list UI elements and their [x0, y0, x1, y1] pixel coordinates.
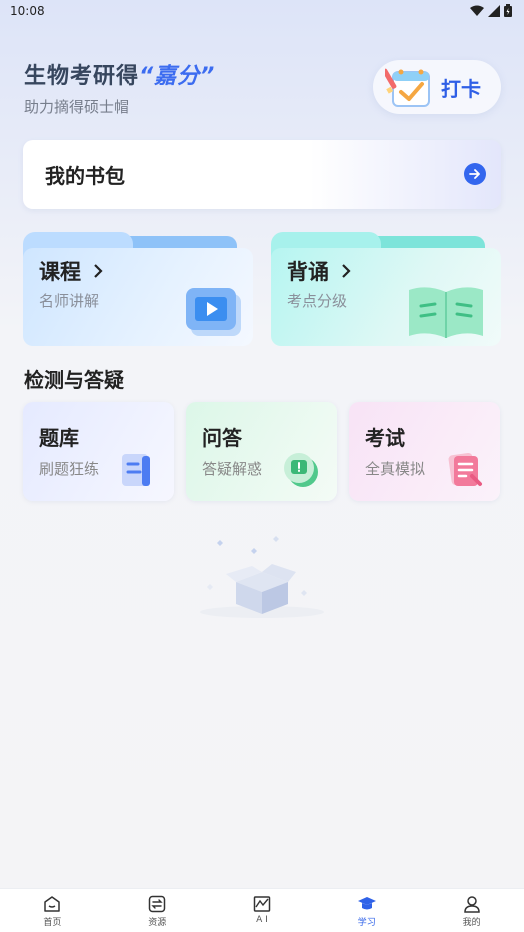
- course-card[interactable]: 课程 名师讲解: [23, 232, 253, 346]
- exam-card[interactable]: 考试 全真模拟: [349, 402, 500, 501]
- tab-mine[interactable]: 我的: [419, 889, 524, 932]
- checkin-button[interactable]: 打卡: [373, 60, 501, 114]
- bookbag-label: 我的书包: [45, 164, 125, 188]
- bookbag-card[interactable]: 我的书包: [23, 140, 501, 209]
- chevron-right-icon: [342, 264, 351, 278]
- tab-resources[interactable]: 资源: [105, 889, 210, 932]
- tab-label: A I: [256, 915, 268, 925]
- course-title: 课程: [39, 256, 104, 286]
- tab-label: 我的: [462, 918, 481, 928]
- page-title: 生物考研得“嘉分”: [24, 58, 215, 90]
- empty-box-illustration: [200, 536, 324, 618]
- page-subtitle: 助力摘得硕士帽: [24, 98, 130, 116]
- question-bank-icon: [122, 454, 150, 486]
- open-book-icon: [409, 287, 483, 338]
- video-play-icon: [186, 288, 241, 336]
- tool-subtitle: 刷题狂练: [39, 460, 100, 478]
- recite-title: 背诵: [287, 256, 352, 286]
- exchange-icon: [148, 895, 166, 913]
- tab-home[interactable]: 首页: [0, 889, 105, 932]
- recite-card[interactable]: 背诵 考点分级: [271, 232, 501, 346]
- course-subtitle: 名师讲解: [39, 292, 100, 310]
- tool-title: 题库: [39, 426, 79, 450]
- tab-label: 首页: [43, 918, 62, 928]
- battery-icon: [504, 4, 512, 17]
- tab-ai[interactable]: A I: [210, 889, 315, 932]
- tab-study[interactable]: 学习: [314, 889, 419, 932]
- tool-subtitle: 答疑解惑: [202, 460, 263, 478]
- chart-icon: [253, 896, 271, 912]
- status-bar: 10:08: [0, 0, 524, 22]
- arrow-right-circle-icon: [464, 163, 486, 185]
- graduation-cap-icon: [357, 897, 376, 910]
- tab-label: 学习: [357, 918, 376, 928]
- user-icon: [463, 896, 480, 913]
- qa-card[interactable]: 问答 答疑解惑: [186, 402, 337, 501]
- section-title: 检测与答疑: [24, 368, 124, 392]
- chat-bubble-icon: [284, 453, 318, 487]
- signal-icon: [488, 4, 500, 17]
- title-accent: “嘉分”: [139, 64, 216, 89]
- wifi-icon: [470, 5, 484, 16]
- tool-title: 问答: [202, 426, 242, 450]
- title-main: 生物考研得: [24, 64, 140, 89]
- tab-label: 资源: [148, 918, 167, 928]
- chevron-right-icon: [94, 264, 103, 278]
- recite-subtitle: 考点分级: [287, 292, 348, 310]
- bottom-tab-bar: 首页 资源 A I 学习 我的: [0, 888, 524, 932]
- tool-title: 考试: [365, 426, 405, 450]
- calendar-check-icon: [382, 64, 433, 110]
- question-bank-card[interactable]: 题库 刷题狂练: [23, 402, 174, 501]
- status-time: 10:08: [10, 4, 45, 18]
- exam-paper-icon: [448, 452, 482, 486]
- home-icon: [44, 896, 61, 912]
- checkin-label: 打卡: [441, 76, 481, 101]
- status-icons: [470, 4, 512, 17]
- tool-subtitle: 全真模拟: [365, 460, 426, 478]
